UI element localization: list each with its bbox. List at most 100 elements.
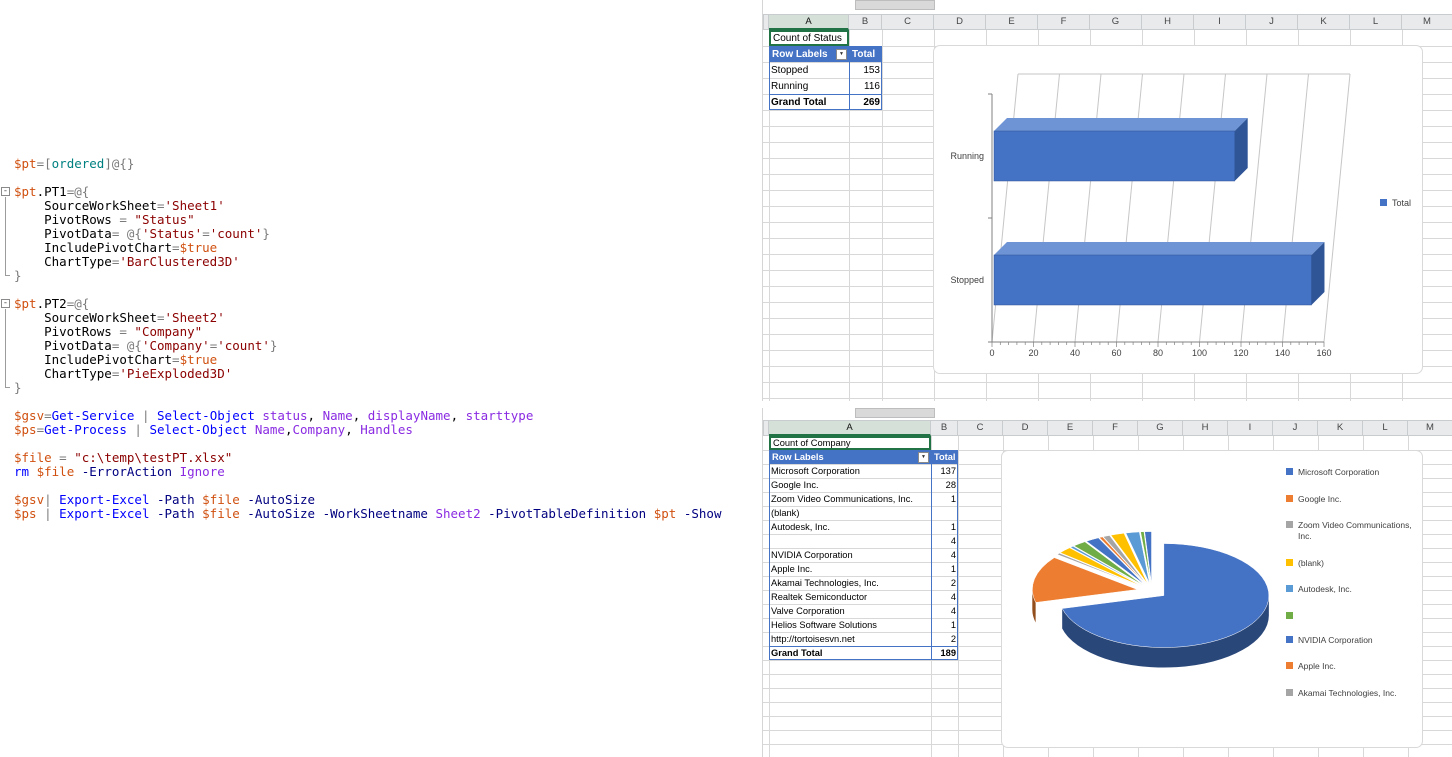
pivot-row-label[interactable]: Valve Corporation xyxy=(769,604,931,618)
code-line[interactable] xyxy=(0,283,760,297)
legend-item[interactable]: Autodesk, Inc. xyxy=(1286,584,1418,595)
code-line[interactable]: rm $file -ErrorAction Ignore xyxy=(0,465,760,479)
column-header-H[interactable]: H xyxy=(1183,420,1228,436)
filter-dropdown-icon[interactable]: ▼ xyxy=(836,49,847,60)
code-line[interactable]: } xyxy=(0,269,760,283)
legend-item[interactable]: Apple Inc. xyxy=(1286,661,1418,672)
pivot-row-label[interactable]: Microsoft Corporation xyxy=(769,464,931,478)
pivot-row-value[interactable]: 2 xyxy=(931,632,958,646)
pivot-row-label[interactable]: Apple Inc. xyxy=(769,562,931,576)
pivot-row-label[interactable]: Realtek Semiconductor xyxy=(769,590,931,604)
legend-item[interactable]: Zoom Video Communications, Inc. xyxy=(1286,520,1418,541)
column-header-K[interactable]: K xyxy=(1318,420,1363,436)
code-line[interactable]: } xyxy=(0,381,760,395)
pivot-row-label[interactable]: Running xyxy=(769,78,849,94)
pane-split-box-2[interactable] xyxy=(855,408,935,418)
pivot-grand-total-label[interactable]: Grand Total xyxy=(769,646,931,660)
pivot-row-value[interactable]: 28 xyxy=(931,478,958,492)
pivot-row-value[interactable]: 137 xyxy=(931,464,958,478)
column-header-G[interactable]: G xyxy=(1138,420,1183,436)
pie-chart-object[interactable]: Microsoft Corporation Google Inc. Zoom Vid… xyxy=(1001,450,1423,748)
pivot-row-label[interactable]: (blank) xyxy=(769,506,931,520)
pivot-row-value[interactable]: 1 xyxy=(931,618,958,632)
column-header-L[interactable]: L xyxy=(1350,14,1402,30)
column-header-L[interactable]: L xyxy=(1363,420,1408,436)
pivot-title-cell[interactable]: Count of Company xyxy=(769,436,931,450)
code-line[interactable]: PivotRows = "Status" xyxy=(0,213,760,227)
column-header-B[interactable]: B xyxy=(931,420,958,436)
pivot-row-label[interactable]: NVIDIA Corporation xyxy=(769,548,931,562)
pivot-row-label[interactable]: Zoom Video Communications, Inc. xyxy=(769,492,931,506)
code-line[interactable]: SourceWorkSheet='Sheet1' xyxy=(0,199,760,213)
code-line[interactable] xyxy=(0,437,760,451)
pivot-grand-total-value[interactable]: 269 xyxy=(849,94,882,110)
pivot-row-label[interactable]: Autodesk, Inc. xyxy=(769,520,931,534)
column-header-C[interactable]: C xyxy=(882,14,934,30)
pivot-title-cell[interactable]: Count of Status xyxy=(769,30,849,46)
column-header-J[interactable]: J xyxy=(1246,14,1298,30)
column-header-E[interactable]: E xyxy=(986,14,1038,30)
fold-collapse-icon[interactable]: - xyxy=(1,187,10,196)
filter-dropdown-icon[interactable]: ▼ xyxy=(918,452,929,463)
pivot-row-value[interactable]: 153 xyxy=(849,62,882,78)
pivot-row-value[interactable]: 2 xyxy=(931,576,958,590)
column-header-F[interactable]: F xyxy=(1093,420,1138,436)
code-line[interactable]: $pt=[ordered]@{} xyxy=(0,157,760,171)
pivot-grand-total-label[interactable]: Grand Total xyxy=(769,94,849,110)
bar-chart-object[interactable]: 020406080100120140160StoppedRunning Tota… xyxy=(933,45,1423,374)
column-header-H[interactable]: H xyxy=(1142,14,1194,30)
pivot-row-label[interactable]: Akamai Technologies, Inc. xyxy=(769,576,931,590)
pivot-row-value[interactable]: 4 xyxy=(931,534,958,548)
pivot-row-value[interactable]: 116 xyxy=(849,78,882,94)
code-line[interactable]: $file = "c:\temp\testPT.xlsx" xyxy=(0,451,760,465)
column-header-D[interactable]: D xyxy=(1003,420,1048,436)
fold-collapse-icon[interactable]: - xyxy=(1,299,10,308)
pivot-row-value[interactable]: 1 xyxy=(931,520,958,534)
code-line[interactable]: PivotData= @{'Company'='count'} xyxy=(0,339,760,353)
pivot-row-label[interactable]: http://tortoisesvn.net xyxy=(769,632,931,646)
column-header-A[interactable]: A xyxy=(769,14,849,30)
pivot-row-label[interactable]: Google Inc. xyxy=(769,478,931,492)
column-header-A[interactable]: A xyxy=(769,420,931,436)
column-header-B[interactable]: B xyxy=(849,14,882,30)
legend-item[interactable]: Akamai Technologies, Inc. xyxy=(1286,688,1418,699)
pivot-row-value[interactable]: 4 xyxy=(931,604,958,618)
pivot-row-value[interactable]: 4 xyxy=(931,590,958,604)
code-line[interactable]: $gsv| Export-Excel -Path $file -AutoSize xyxy=(0,493,760,507)
pivot-row-label[interactable]: Stopped xyxy=(769,62,849,78)
column-header-G[interactable]: G xyxy=(1090,14,1142,30)
code-line[interactable]: -$pt.PT2=@{ xyxy=(0,297,760,311)
bar-chart-legend[interactable]: Total xyxy=(1380,198,1411,209)
column-header-I[interactable]: I xyxy=(1194,14,1246,30)
column-header-E[interactable]: E xyxy=(1048,420,1093,436)
pivot-values-header[interactable]: Total xyxy=(931,450,958,464)
legend-item[interactable]: (blank) xyxy=(1286,558,1418,569)
code-line[interactable]: IncludePivotChart=$true xyxy=(0,241,760,255)
pane-split-box[interactable] xyxy=(855,0,935,10)
pivot-row-value[interactable]: 4 xyxy=(931,548,958,562)
legend-item[interactable]: Google Inc. xyxy=(1286,494,1418,505)
pivot-values-header[interactable]: Total xyxy=(849,46,882,62)
column-header-D[interactable]: D xyxy=(934,14,986,30)
column-header-M[interactable]: M xyxy=(1408,420,1452,436)
legend-item[interactable]: Microsoft Corporation xyxy=(1286,467,1418,478)
column-header-F[interactable]: F xyxy=(1038,14,1090,30)
pivot-row-value[interactable]: 1 xyxy=(931,492,958,506)
code-line[interactable]: SourceWorkSheet='Sheet2' xyxy=(0,311,760,325)
pivot-row-label[interactable] xyxy=(769,534,931,548)
legend-item[interactable]: Total xyxy=(1380,198,1411,209)
code-line[interactable]: $gsv=Get-Service | Select-Object status,… xyxy=(0,409,760,423)
pivot-row-labels-header[interactable]: Row Labels▼ xyxy=(769,450,931,464)
column-header-K[interactable]: K xyxy=(1298,14,1350,30)
code-line[interactable] xyxy=(0,479,760,493)
code-line[interactable] xyxy=(0,395,760,409)
legend-item[interactable] xyxy=(1286,611,1418,619)
pivot-row-value[interactable]: 1 xyxy=(931,562,958,576)
code-line[interactable]: ChartType='BarClustered3D' xyxy=(0,255,760,269)
code-line[interactable] xyxy=(0,171,760,185)
pivot-row-labels-header[interactable]: Row Labels▼ xyxy=(769,46,849,62)
column-header-J[interactable]: J xyxy=(1273,420,1318,436)
code-line[interactable]: IncludePivotChart=$true xyxy=(0,353,760,367)
code-line[interactable]: ChartType='PieExploded3D' xyxy=(0,367,760,381)
pivot-grand-total-value[interactable]: 189 xyxy=(931,646,958,660)
